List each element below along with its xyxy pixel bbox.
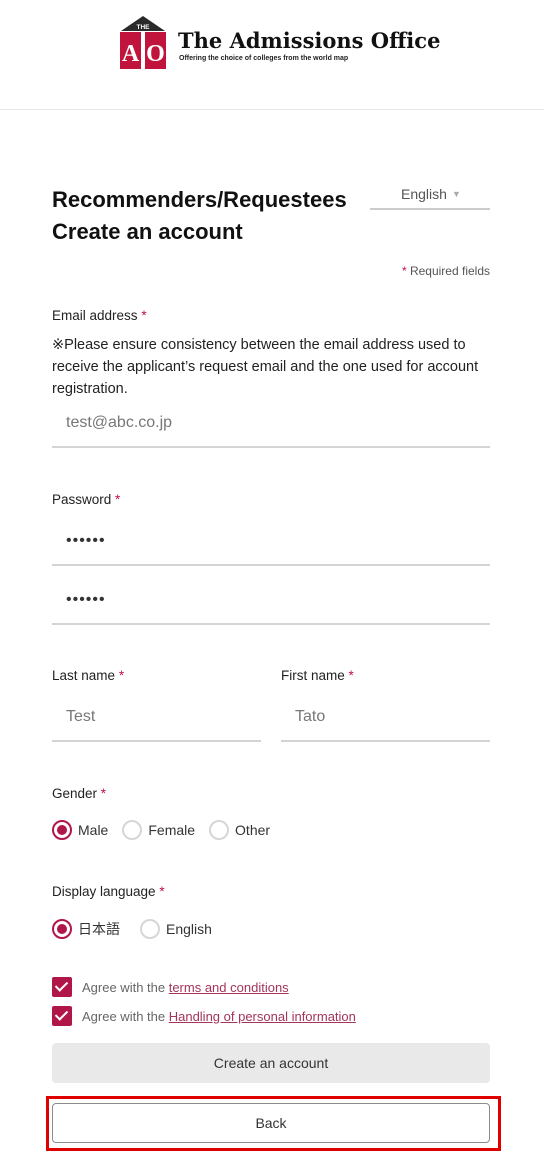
svg-text:THE: THE — [137, 24, 151, 31]
terms-link[interactable]: terms and conditions — [169, 980, 289, 995]
language-select-value: English — [401, 186, 447, 202]
radio-unselected-icon[interactable] — [140, 919, 160, 939]
password-label: Password * — [52, 492, 121, 507]
agree-privacy-row: Agree with the Handling of personal info… — [52, 1006, 356, 1026]
display-language-radio-group: 日本語 English — [52, 919, 226, 939]
required-fields-note: * Required fields — [402, 264, 490, 278]
gender-option-other[interactable]: Other — [209, 820, 270, 840]
chevron-down-icon: ▼ — [452, 189, 461, 199]
page-title: Recommenders/Requestees Create an accoun… — [52, 184, 347, 248]
email-label: Email address * — [52, 308, 147, 323]
brand-tagline: Offering the choice of colleges from the… — [179, 55, 349, 62]
last-name-field[interactable] — [52, 694, 261, 742]
language-select[interactable]: English ▼ — [370, 182, 490, 210]
display-language-option-english[interactable]: English — [140, 919, 212, 939]
first-name-field[interactable] — [281, 694, 490, 742]
radio-selected-icon[interactable] — [52, 820, 72, 840]
radio-unselected-icon[interactable] — [122, 820, 143, 840]
page-title-line2: Create an account — [52, 219, 243, 244]
page-title-line1: Recommenders/Requestees — [52, 187, 347, 212]
gender-label: Gender * — [52, 786, 107, 801]
agree-privacy-checkbox[interactable] — [52, 1006, 72, 1026]
display-language-option-japanese[interactable]: 日本語 — [52, 919, 120, 939]
gender-option-female[interactable]: Female — [122, 820, 195, 840]
email-consistency-notice: ※Please ensure consistency between the e… — [52, 337, 479, 397]
required-fields-text: Required fields — [409, 264, 490, 278]
last-name-label: Last name * — [52, 668, 125, 683]
svg-text:A: A — [122, 41, 140, 67]
create-account-button[interactable]: Create an account — [52, 1043, 490, 1083]
back-button[interactable]: Back — [52, 1103, 490, 1143]
svg-text:O: O — [146, 41, 165, 67]
agree-terms-row: Agree with the terms and conditions — [52, 977, 289, 997]
gender-radio-group: Male Female Other — [52, 820, 284, 840]
gender-option-male[interactable]: Male — [52, 820, 108, 840]
agree-terms-checkbox[interactable] — [52, 977, 72, 997]
display-language-label: Display language * — [52, 884, 165, 899]
required-mark: * — [401, 264, 407, 278]
admissions-office-logo[interactable]: THE A O — [118, 15, 168, 70]
site-header: THE A O The Admissions Office Offering t… — [0, 0, 544, 110]
privacy-link[interactable]: Handling of personal information — [169, 1009, 356, 1024]
brand-name: The Admissions Office — [178, 28, 441, 53]
email-field[interactable] — [52, 400, 490, 448]
first-name-label: First name * — [281, 668, 354, 683]
password-confirm-field[interactable] — [52, 577, 490, 625]
password-field[interactable] — [52, 518, 490, 566]
radio-unselected-icon[interactable] — [209, 820, 230, 840]
radio-selected-icon[interactable] — [52, 919, 72, 939]
